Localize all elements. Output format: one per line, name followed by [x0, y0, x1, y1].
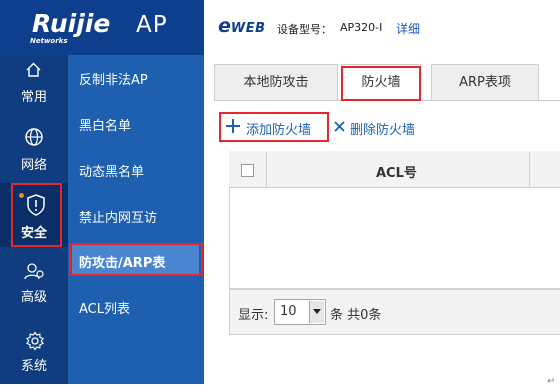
submenu-item-blackwhite-list[interactable]: 黑白名单: [79, 115, 131, 134]
app-window: Ruijie Networks AP eWEB 设备型号： AP320-I 详细…: [0, 0, 560, 389]
header: eWEB 设备型号： AP320-I 详细: [204, 0, 560, 55]
model-value: AP320-I: [340, 21, 383, 34]
column-header-acl[interactable]: ACL号: [376, 162, 417, 181]
submenu-item-rogue-ap[interactable]: 反制非法AP: [79, 69, 148, 88]
submenu-item-isolation[interactable]: 禁止内网互访: [79, 207, 157, 226]
delete-firewall-button[interactable]: 删除防火墙: [350, 119, 415, 138]
return-mark: ↵: [547, 376, 556, 387]
column-divider: [529, 152, 530, 188]
highlight-security: [11, 183, 62, 247]
column-divider: [266, 152, 267, 188]
tab-local-attack[interactable]: 本地防攻击: [214, 64, 338, 101]
nav-item-system[interactable]: 系统: [0, 326, 68, 384]
model-label: 设备型号：: [277, 23, 332, 36]
ruijie-logo-sub: Networks: [30, 37, 68, 45]
highlight-submenu: [69, 243, 203, 276]
page-size-value: 10: [280, 304, 297, 319]
submenu-item-dynamic-blacklist[interactable]: 动态黑名单: [79, 161, 144, 180]
pager-show-label: 显示:: [238, 308, 269, 323]
globe-icon: [25, 128, 43, 146]
gear-icon: [26, 331, 44, 351]
nav-item-advanced[interactable]: 高级: [0, 257, 68, 315]
nav-item-label: 常用: [20, 90, 47, 105]
nav-item-network[interactable]: 网络: [0, 120, 68, 178]
bottom-margin: [0, 384, 204, 389]
plus-icon: [226, 119, 240, 133]
nav-item-label: 系统: [20, 359, 47, 374]
chevron-down-icon[interactable]: [309, 301, 324, 323]
highlight-tab: [341, 66, 421, 101]
product-name: AP: [136, 12, 168, 38]
record-count: 条 共0条: [330, 308, 382, 323]
nav-item-common[interactable]: 常用: [0, 55, 68, 113]
nav-item-label: 网络: [20, 158, 47, 173]
nav-item-label: 高级: [20, 290, 47, 305]
detail-link[interactable]: 详细: [396, 20, 420, 37]
tab-arp-table[interactable]: ARP表项: [431, 64, 539, 101]
logo-bar: Ruijie Networks AP: [0, 0, 204, 55]
submenu-item-acl-list[interactable]: ACL列表: [79, 298, 130, 317]
close-icon[interactable]: [334, 121, 345, 132]
bottom-margin: [204, 384, 560, 389]
select-all-checkbox[interactable]: [241, 164, 254, 177]
users-icon: [24, 263, 44, 280]
add-firewall-label[interactable]: 添加防火墙: [246, 119, 311, 138]
home-icon: [26, 62, 41, 77]
eweb-logo: eWEB: [218, 15, 266, 37]
ruijie-logo: Ruijie: [32, 9, 111, 38]
